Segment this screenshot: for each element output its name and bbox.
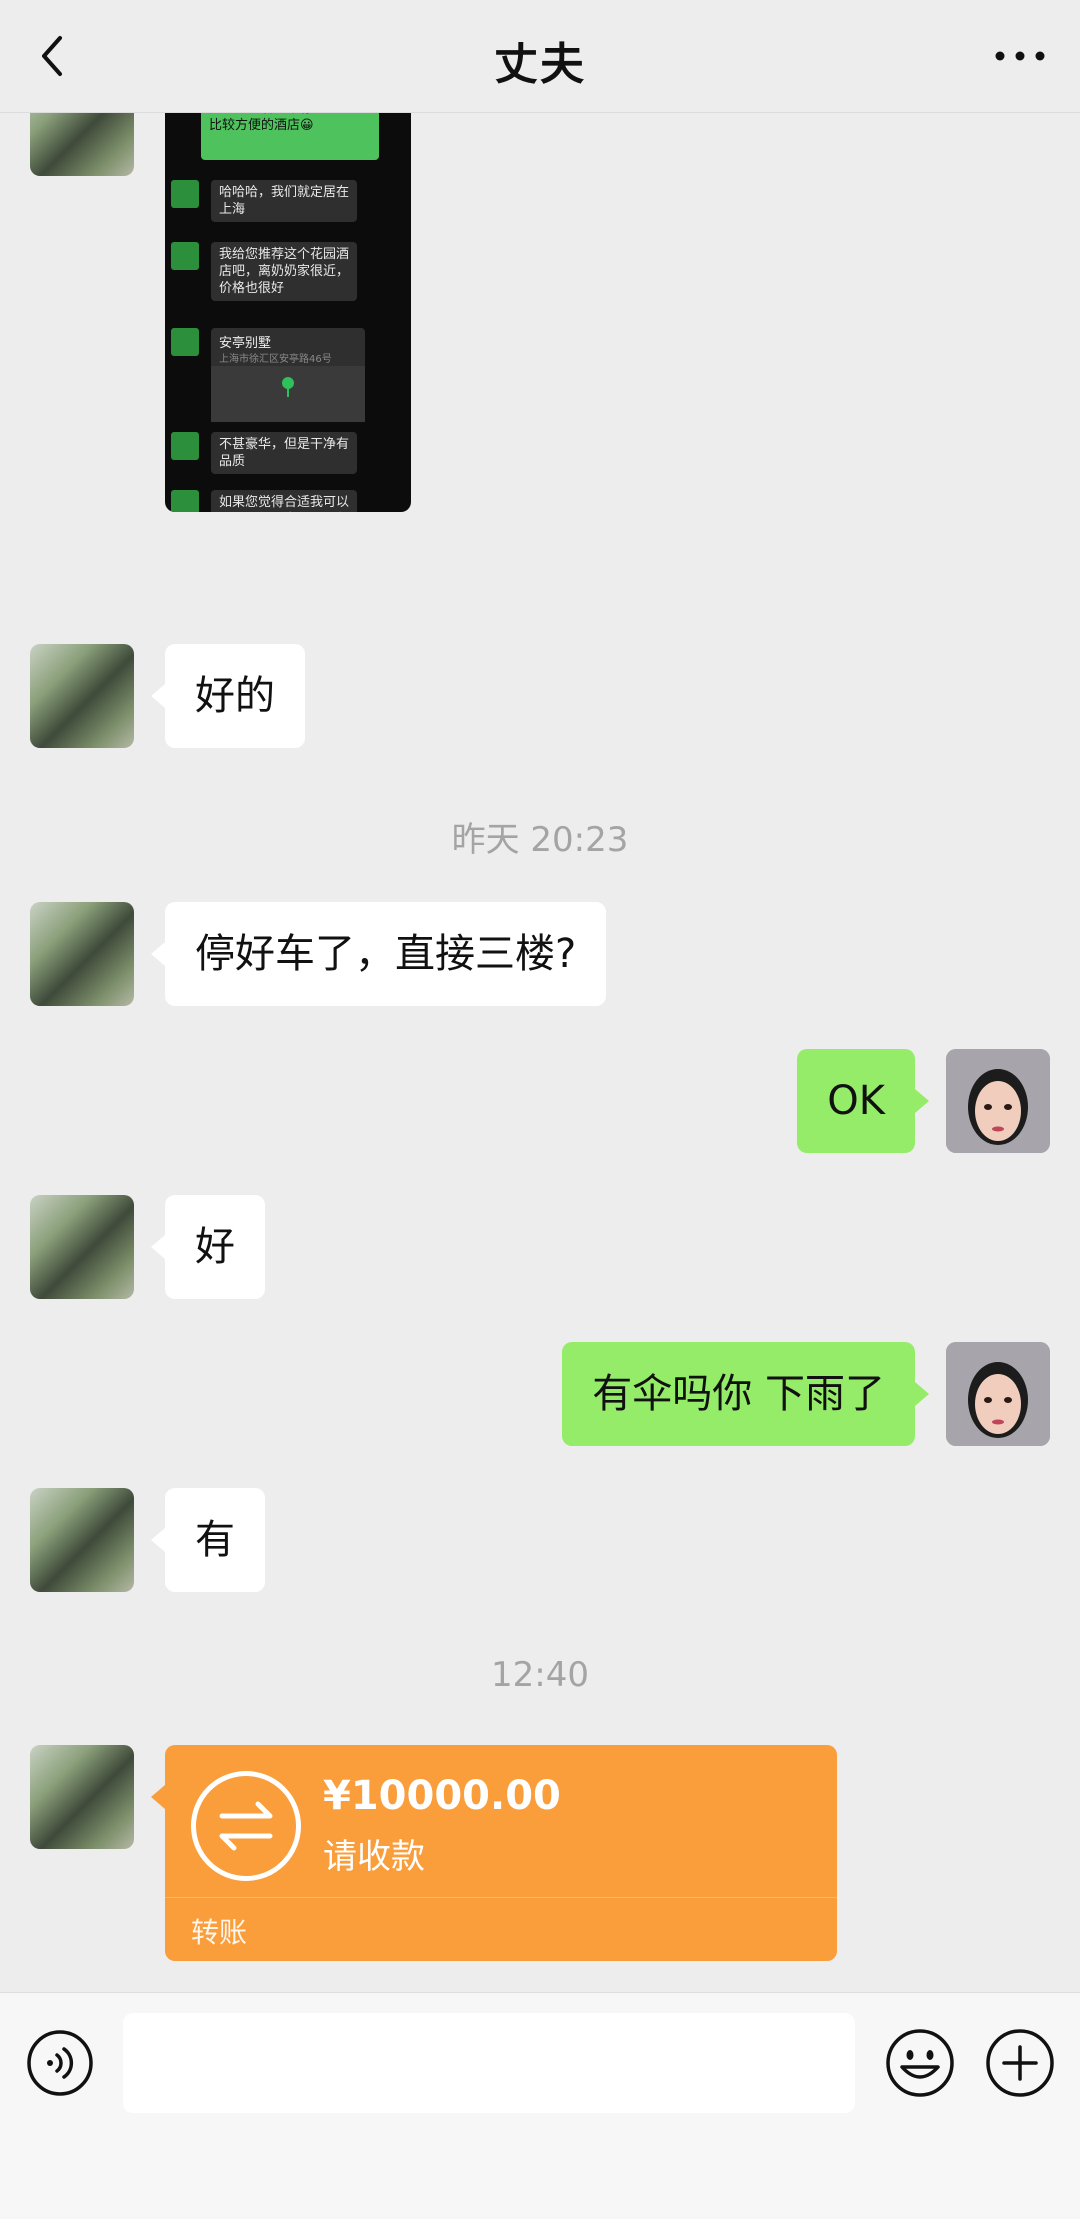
transfer-card[interactable]: ¥10000.00 请收款 转账 — [151, 1745, 837, 1961]
location-address: 上海市徐汇区安亭路46号 — [219, 354, 332, 365]
more-dots-icon — [995, 51, 1045, 61]
transfer-amount: ¥10000.00 — [323, 1773, 561, 1819]
message-bubble-incoming[interactable]: 好的 — [151, 644, 305, 748]
timestamp: 12:40 — [491, 1655, 589, 1695]
message-bubble-outgoing[interactable]: 有伞吗你 下雨了 — [562, 1342, 929, 1446]
transfer-divider — [165, 1897, 837, 1898]
user-avatar-illustration — [946, 1342, 1050, 1446]
transfer-label: 转账 — [191, 1916, 248, 1949]
image-location-card: 安亭别墅 上海市徐汇区安亭路46号 — [211, 328, 365, 422]
image-green-bubble: 店呢？或者请推荐一个 比较方便的酒店😀 — [201, 112, 379, 160]
message-input[interactable] — [123, 2013, 855, 2113]
emoji-button[interactable] — [884, 2027, 956, 2099]
image-avatar — [171, 432, 199, 460]
contact-avatar[interactable] — [30, 112, 134, 176]
image-message[interactable]: 店呢？或者请推荐一个 比较方便的酒店😀 哈哈哈，我们就定居在 上海 我给您推荐这… — [165, 112, 411, 512]
transfer-icon — [191, 1771, 301, 1881]
emoji-icon — [886, 2029, 954, 2097]
plus-icon — [986, 2029, 1054, 2097]
voice-icon — [27, 2030, 93, 2096]
message-bubble-outgoing[interactable]: OK — [797, 1049, 929, 1153]
input-bar — [0, 1992, 1080, 2219]
timestamp: 昨天 20:23 — [451, 820, 629, 860]
more-button[interactable] — [990, 34, 1050, 78]
map-pin-icon — [282, 377, 294, 397]
message-bubble-incoming[interactable]: 停好车了，直接三楼? — [150, 902, 607, 1006]
voice-button[interactable] — [26, 2029, 94, 2097]
image-avatar — [171, 180, 199, 208]
chat-header: 丈夫 — [0, 0, 1080, 113]
location-title: 安亭别墅 — [219, 336, 272, 351]
user-avatar[interactable] — [946, 1049, 1050, 1153]
contact-avatar[interactable] — [30, 1745, 134, 1849]
more-actions-button[interactable] — [984, 2027, 1056, 2099]
message-bubble-incoming[interactable]: 有 — [151, 1488, 265, 1592]
contact-avatar[interactable] — [30, 902, 134, 1006]
image-text-bubble: 不甚豪华，但是干净有 品质 — [211, 432, 358, 474]
image-avatar — [171, 328, 199, 356]
user-avatar-illustration — [946, 1049, 1050, 1153]
contact-avatar[interactable] — [30, 1195, 134, 1299]
image-avatar — [171, 490, 199, 512]
image-text-bubble: 如果您觉得合适我可以 跟那边经理交代一下帮 忙预定 — [211, 490, 358, 512]
user-avatar[interactable] — [946, 1342, 1050, 1446]
message-list[interactable]: 店呢？或者请推荐一个 比较方便的酒店😀 哈哈哈，我们就定居在 上海 我给您推荐这… — [0, 112, 1080, 1992]
contact-avatar[interactable] — [30, 644, 134, 748]
transfer-status: 请收款 — [323, 1837, 425, 1877]
image-avatar — [171, 242, 199, 270]
image-text-bubble: 我给您推荐这个花园酒 店吧，离奶奶家很近， 价格也很好 — [211, 242, 358, 301]
message-bubble-incoming[interactable]: 好 — [151, 1195, 265, 1299]
chat-title: 丈夫 — [494, 39, 586, 90]
image-text-bubble: 哈哈哈，我们就定居在 上海 — [211, 180, 358, 222]
contact-avatar[interactable] — [30, 1488, 134, 1592]
